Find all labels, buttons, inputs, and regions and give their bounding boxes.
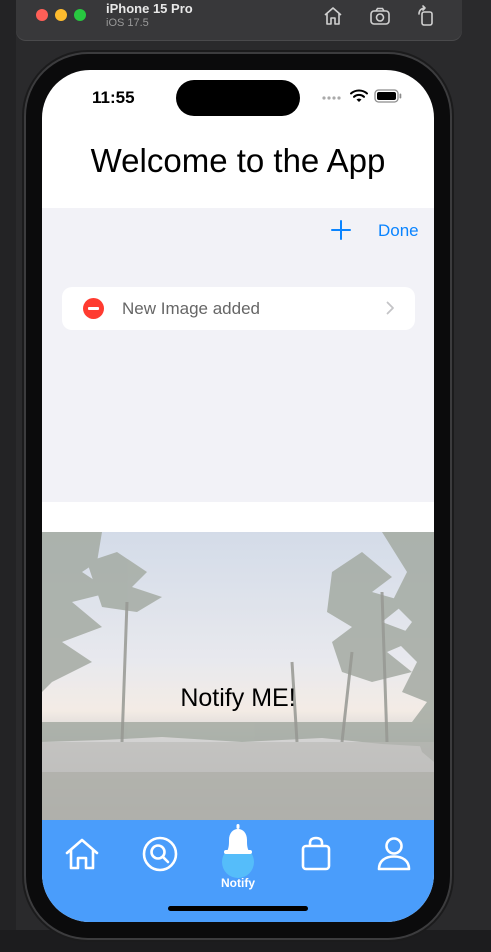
ide-background-left: [0, 0, 16, 952]
tab-search[interactable]: [140, 834, 180, 874]
list-item[interactable]: New Image added: [62, 287, 415, 330]
rotate-icon: [418, 5, 433, 26]
minimize-window-button[interactable]: [55, 9, 67, 21]
dynamic-island: [176, 80, 300, 116]
notify-banner-text: Notify ME!: [180, 684, 296, 712]
home-indicator[interactable]: [168, 906, 308, 911]
bag-icon: [301, 836, 331, 871]
status-icons: [322, 89, 402, 105]
person-icon: [377, 837, 411, 871]
list-view: Done New Image added: [42, 208, 434, 502]
tab-notify-label: Notify: [221, 876, 255, 890]
tab-profile[interactable]: [374, 834, 414, 874]
device-name: iPhone 15 Pro: [106, 1, 193, 16]
add-button[interactable]: [329, 218, 353, 242]
bell-icon: [224, 824, 252, 854]
tab-bag[interactable]: [296, 834, 336, 874]
zoom-window-button[interactable]: [74, 9, 86, 21]
notify-banner[interactable]: Notify ME!: [42, 532, 434, 820]
chevron-right-icon: [386, 301, 394, 315]
lake-landscape-image: [42, 532, 434, 820]
simulator-titlebar: iPhone 15 Pro iOS 17.5: [16, 0, 462, 40]
cellular-dots-icon: [322, 96, 341, 100]
screenshot-button[interactable]: [368, 4, 392, 28]
battery-icon: [374, 89, 402, 103]
close-window-button[interactable]: [36, 9, 48, 21]
done-button[interactable]: Done: [378, 221, 419, 241]
tab-home[interactable]: [62, 834, 102, 874]
iphone-frame: 11:55 Welcome to the App Done New Image …: [26, 54, 450, 938]
os-version: iOS 17.5: [106, 17, 149, 29]
delete-icon[interactable]: [83, 298, 104, 319]
tab-notify[interactable]: [218, 822, 258, 862]
list-item-label: New Image added: [122, 299, 260, 318]
house-icon: [324, 7, 342, 25]
page-title: Welcome to the App: [90, 142, 386, 179]
house-icon: [65, 838, 99, 870]
phone-screen: 11:55 Welcome to the App Done New Image …: [42, 70, 434, 922]
camera-icon: [370, 7, 390, 25]
rotate-button[interactable]: [414, 4, 438, 28]
search-icon: [142, 836, 178, 872]
status-time: 11:55: [92, 88, 135, 107]
home-button[interactable]: [321, 4, 345, 28]
wifi-icon: [350, 89, 368, 102]
